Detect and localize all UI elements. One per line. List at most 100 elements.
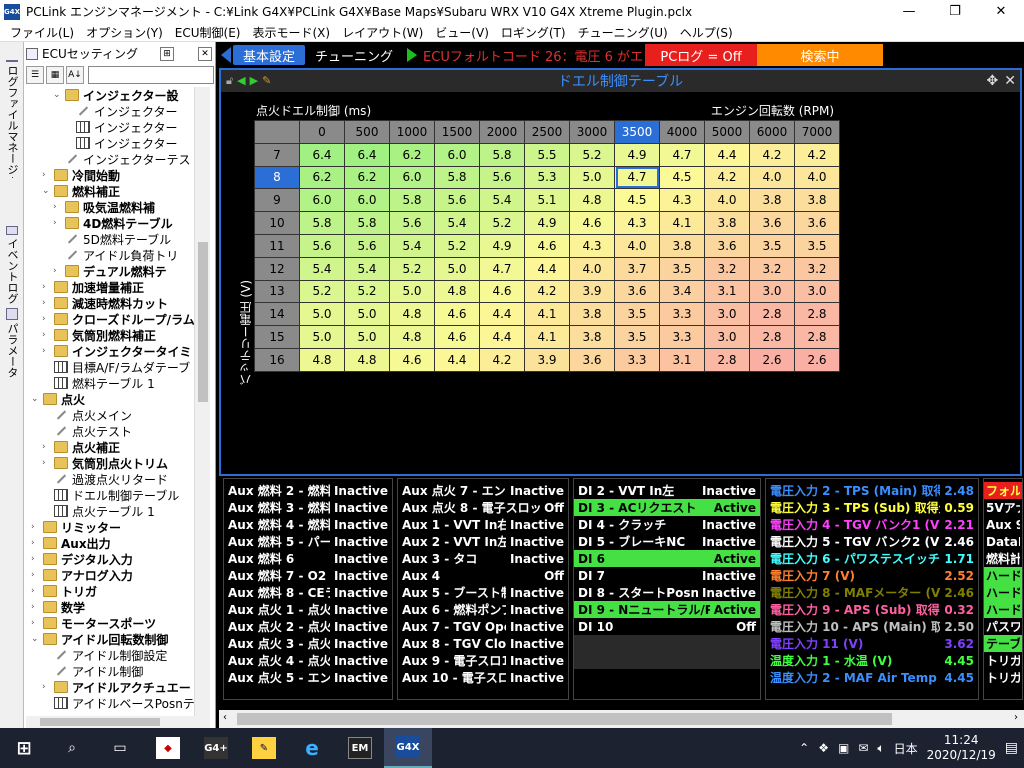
sort-az-icon[interactable]: A↓: [66, 66, 84, 84]
dwell-cell[interactable]: 5.0: [344, 302, 390, 327]
dwell-cell[interactable]: 6.2: [389, 142, 435, 167]
expand-chevron-icon[interactable]: ›: [31, 586, 41, 596]
rpm-header[interactable]: 3500: [614, 120, 660, 144]
g4x-app-icon[interactable]: G4X: [384, 728, 432, 768]
search-status[interactable]: 検索中: [757, 44, 884, 66]
dwell-cell[interactable]: 4.4: [434, 347, 480, 372]
dwell-cell[interactable]: 5.2: [479, 211, 525, 235]
expand-chevron-icon[interactable]: ›: [31, 570, 41, 580]
expand-chevron-icon[interactable]: ›: [31, 618, 41, 628]
dwell-cell[interactable]: 3.1: [704, 279, 750, 304]
dwell-cell[interactable]: 4.4: [479, 302, 525, 327]
tree-item[interactable]: › アイドルアクチュエー: [42, 679, 191, 695]
dwell-cell[interactable]: 6.2: [344, 165, 390, 190]
dwell-cell[interactable]: 5.0: [344, 325, 390, 349]
tree-view-icon[interactable]: ☰: [26, 66, 44, 84]
dwell-cell[interactable]: 6.4: [344, 142, 390, 167]
dwell-cell[interactable]: 4.8: [389, 325, 435, 349]
menu-item[interactable]: ロギング(T): [495, 24, 572, 41]
dwell-cell[interactable]: 4.1: [524, 325, 570, 349]
expand-chevron-icon[interactable]: ›: [53, 266, 63, 276]
dwell-cell[interactable]: 3.6: [794, 211, 840, 235]
dwell-cell[interactable]: 3.8: [569, 302, 615, 327]
dwell-cell[interactable]: 3.5: [614, 325, 660, 349]
dwell-cell[interactable]: 5.6: [389, 211, 435, 235]
minimize-icon[interactable]: —: [886, 0, 932, 23]
arrow-left-icon[interactable]: ◀: [237, 74, 245, 88]
menu-item[interactable]: ECU制御(E): [169, 24, 247, 41]
expand-chevron-icon[interactable]: ›: [42, 330, 52, 340]
tree-item[interactable]: アイドル制御: [42, 663, 143, 679]
dwell-cell[interactable]: 3.8: [704, 211, 750, 235]
rpm-header[interactable]: 3000: [569, 120, 615, 144]
dwell-cell[interactable]: 5.0: [569, 165, 615, 190]
dwell-cell[interactable]: 4.5: [614, 188, 660, 213]
dwell-cell[interactable]: 6.0: [434, 142, 480, 167]
dwell-cell[interactable]: 6.0: [299, 188, 345, 213]
dwell-cell[interactable]: 4.6: [524, 233, 570, 258]
dwell-cell[interactable]: 3.2: [704, 256, 750, 281]
tree-item[interactable]: 燃料テーブル 1: [42, 375, 155, 391]
dwell-cell[interactable]: 4.6: [479, 279, 525, 304]
dwell-cell[interactable]: 4.3: [614, 211, 660, 235]
dwell-cell[interactable]: 5.1: [524, 188, 570, 213]
dwell-cell[interactable]: 5.3: [524, 165, 570, 190]
dwell-cell[interactable]: 3.0: [749, 279, 795, 304]
tree-item[interactable]: › リミッター: [31, 519, 121, 535]
dwell-cell[interactable]: 4.0: [704, 188, 750, 213]
tab-left-arrow-icon[interactable]: [221, 47, 231, 63]
dwell-cell[interactable]: 4.3: [659, 188, 705, 213]
language-indicator[interactable]: 日本: [894, 740, 918, 757]
voltage-header[interactable]: 14: [254, 302, 300, 327]
tree-item[interactable]: › 数学: [31, 599, 85, 615]
expand-chevron-icon[interactable]: ›: [42, 314, 52, 324]
dwell-cell[interactable]: 4.0: [569, 256, 615, 281]
pen-app-icon[interactable]: ✎: [240, 728, 288, 768]
tree-item[interactable]: 点火テスト: [42, 423, 132, 439]
tree-item[interactable]: ⌄ 燃料補正: [42, 183, 120, 199]
dwell-cell[interactable]: 3.9: [569, 279, 615, 304]
dropbox-icon[interactable]: ❖: [818, 741, 829, 755]
voltage-header[interactable]: 16: [254, 347, 300, 372]
dwell-cell[interactable]: 5.6: [479, 165, 525, 190]
dwell-cell[interactable]: 5.6: [344, 233, 390, 258]
dwell-cell[interactable]: 4.7: [479, 256, 525, 281]
expand-chevron-icon[interactable]: ›: [53, 218, 63, 228]
tree-item[interactable]: 点火メイン: [42, 407, 132, 423]
dwell-cell[interactable]: 4.0: [794, 165, 840, 190]
dwell-cell[interactable]: 5.8: [434, 165, 480, 190]
dwell-cell[interactable]: 5.6: [434, 188, 480, 213]
dwell-cell[interactable]: 5.8: [479, 142, 525, 167]
rpm-header[interactable]: 500: [344, 120, 390, 144]
voltage-header[interactable]: 9: [254, 188, 300, 213]
voltage-header[interactable]: 10: [254, 211, 300, 235]
tree-item[interactable]: › Aux出力: [31, 535, 111, 551]
g4plus-app-icon[interactable]: G4+: [192, 728, 240, 768]
expand-chevron-icon[interactable]: ⌄: [31, 634, 41, 644]
tree-search-input[interactable]: [88, 66, 214, 84]
move-icon[interactable]: ✥: [987, 73, 999, 89]
tab-basic-settings[interactable]: 基本設定: [233, 45, 306, 65]
tree-item[interactable]: インジェクター: [64, 135, 178, 151]
dwell-cell[interactable]: 4.8: [299, 347, 345, 372]
dwell-cell[interactable]: 3.3: [659, 325, 705, 349]
dwell-cell[interactable]: 3.3: [659, 302, 705, 327]
tree-item[interactable]: 目標A/F/ラムダテーブ: [42, 359, 190, 375]
tree-item[interactable]: › 点火補正: [42, 439, 120, 455]
rpm-header[interactable]: 0: [299, 120, 345, 144]
dwell-cell[interactable]: 3.8: [794, 188, 840, 213]
cube-app-icon[interactable]: ◆: [144, 728, 192, 768]
dwell-cell[interactable]: 3.6: [569, 347, 615, 372]
dwell-cell[interactable]: 3.5: [794, 233, 840, 258]
voltage-header[interactable]: 15: [254, 325, 300, 349]
menu-item[interactable]: レイアウト(W): [336, 24, 429, 41]
dwell-cell[interactable]: 3.8: [569, 325, 615, 349]
tree-item[interactable]: ⌄ インジェクター設: [53, 87, 179, 103]
expand-chevron-icon[interactable]: ⌄: [53, 90, 63, 100]
maximize-icon[interactable]: ❐: [932, 0, 978, 23]
main-horizontal-scrollbar[interactable]: ‹ ›: [219, 710, 1024, 728]
dwell-cell[interactable]: 4.4: [524, 256, 570, 281]
scroll-thumb[interactable]: [198, 242, 208, 402]
dwell-cell[interactable]: 4.4: [479, 325, 525, 349]
tree-item[interactable]: 点火テーブル 1: [42, 503, 155, 519]
